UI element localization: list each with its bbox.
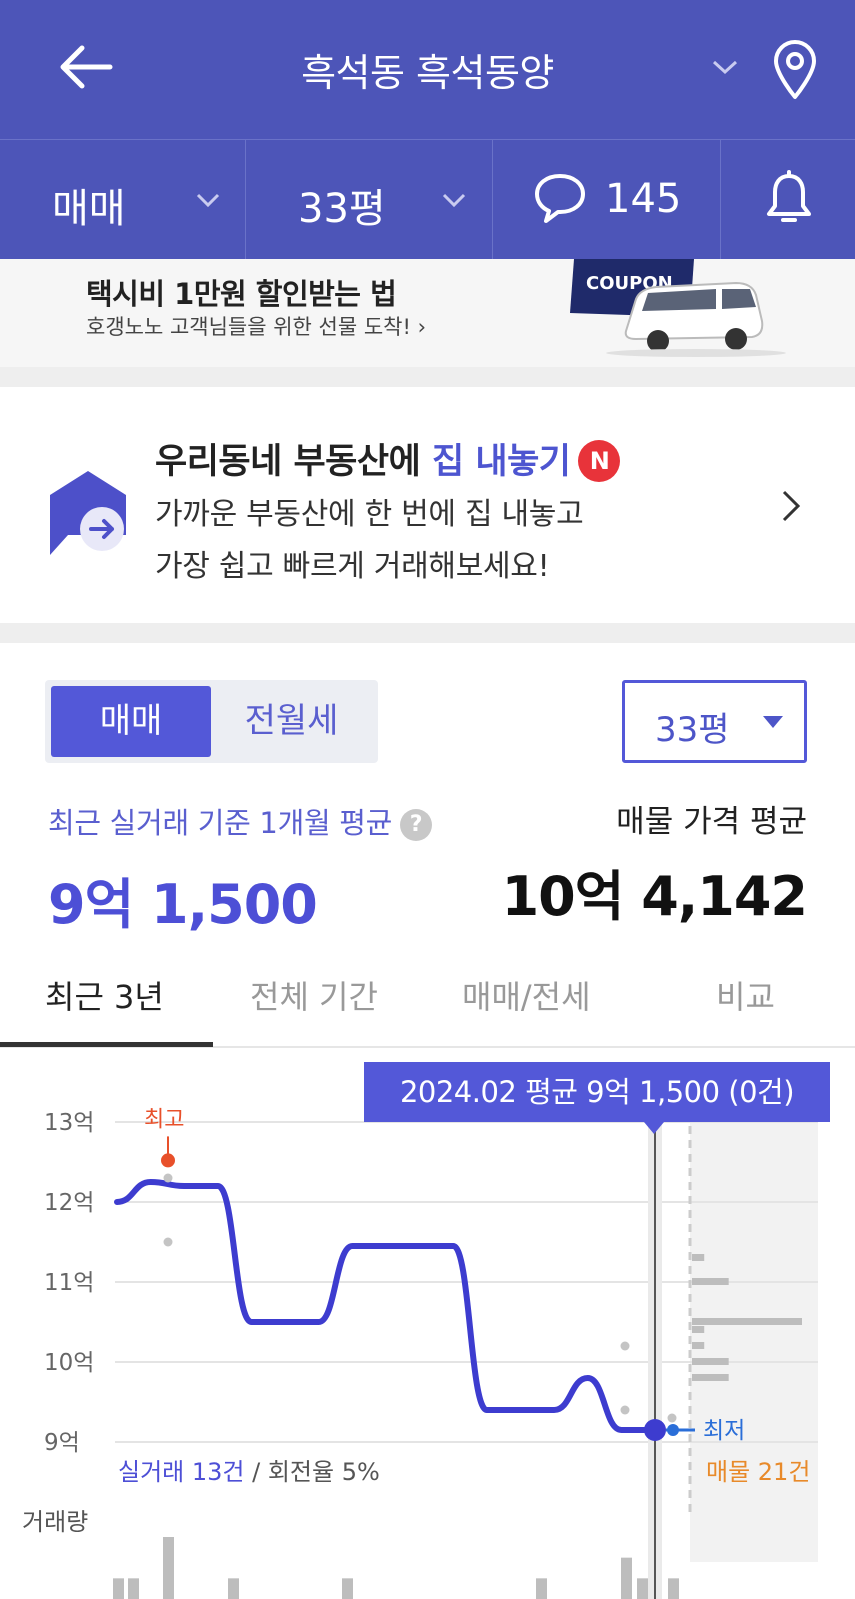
house-arrow-icon: [50, 471, 126, 555]
y-tick-label: 13억: [44, 1110, 94, 1136]
coupon-car-illustration: COUPON: [570, 259, 786, 357]
listing-region-bg: [690, 1112, 818, 1562]
trade-count-label: 실거래 13건 / 회전율 5%: [118, 1458, 380, 1486]
volume-bar: [342, 1578, 353, 1599]
period-tabs: 최근 3년 전체 기간 매매/전세 비교: [0, 950, 855, 1048]
active-tab-indicator: [0, 1042, 213, 1047]
y-tick-label: 10억: [44, 1350, 94, 1376]
help-icon[interactable]: ?: [400, 809, 433, 841]
listing-bar: [692, 1254, 705, 1261]
y-tick-label: 9억: [44, 1430, 80, 1456]
recent-average-text: 최근 실거래 기준 1개월 평균: [48, 806, 393, 840]
list-house-desc-line1: 가까운 부동산에 한 번에 집 내놓고: [155, 497, 584, 532]
tab-all-period[interactable]: 전체 기간: [250, 972, 378, 1018]
segment-sale[interactable]: 매매: [51, 686, 211, 757]
listing-bar: [692, 1342, 705, 1349]
volume-bar: [228, 1578, 239, 1599]
list-house-card[interactable]: 우리동네 부동산에 집 내놓기 N 가까운 부동산에 한 번에 집 내놓고 가장 …: [0, 387, 855, 623]
tab-compare[interactable]: 비교: [716, 972, 775, 1018]
y-tick-label: 12억: [44, 1190, 94, 1216]
listing-count-label: 매물 21건: [706, 1458, 810, 1486]
trade-point: [667, 1413, 677, 1423]
low-marker: [667, 1424, 679, 1436]
list-title-prefix: 우리동네 부동산에: [155, 442, 432, 482]
tab-recent-3y[interactable]: 최근 3년: [45, 972, 164, 1018]
listing-average-label: 매물 가격 평균: [616, 804, 807, 840]
high-label: 최고: [144, 1107, 184, 1132]
listing-bar: [692, 1374, 729, 1381]
recent-average-price: 9억 1,500: [48, 873, 318, 936]
promo-banner[interactable]: 택시비 1만원 할인받는 법 호갱노노 고객님들을 위한 선물 도착! › CO…: [0, 259, 855, 367]
volume-bar: [637, 1578, 648, 1599]
chevron-down-icon: [442, 193, 466, 208]
y-tick-label: 11억: [44, 1270, 94, 1296]
trade-type-segmented-control: 매매 전월세: [45, 680, 378, 763]
caret-down-icon: [763, 716, 783, 728]
price-chart[interactable]: 13억 12억 11억 10억 9억 최고최저실거래 13건 / 회전율 5% 매물 21건…: [0, 1050, 855, 1599]
list-house-desc-line2: 가장 쉽고 빠르게 거래해보세요!: [155, 549, 550, 584]
trade-point: [163, 1237, 173, 1247]
speech-bubble-icon: [535, 174, 585, 223]
map-pin-icon[interactable]: [772, 40, 818, 100]
volume-bar: [113, 1578, 124, 1599]
tab-sale-jeonse[interactable]: 매매/전세: [462, 972, 591, 1018]
volume-bar: [668, 1578, 679, 1599]
notification-button[interactable]: [721, 140, 855, 260]
listing-bar: [692, 1278, 729, 1285]
size-dropdown[interactable]: 33평: [246, 140, 493, 260]
listing-bar: [692, 1326, 705, 1333]
price-chart-svg: 13억 12억 11억 10억 9억 최고최저실거래 13건 / 회전율 5% 매물 21건…: [22, 1107, 818, 1599]
trade-point: [163, 1173, 173, 1183]
chevron-down-icon: [196, 193, 220, 208]
section-divider: [0, 367, 855, 387]
trade-point: [620, 1341, 630, 1351]
list-title-accent: 집 내놓기: [431, 442, 571, 482]
bell-icon: [767, 170, 811, 222]
section-divider: [0, 623, 855, 643]
chart-tooltip: 2024.02 평균 9억 1,500 (0건): [364, 1062, 830, 1122]
trade-point: [620, 1405, 630, 1415]
listing-bar: [692, 1318, 802, 1325]
volume-bar: [621, 1557, 632, 1599]
comment-count: 145: [605, 176, 682, 222]
listing-bar: [692, 1358, 729, 1365]
recent-average-label: 최근 실거래 기준 1개월 평균?: [48, 800, 433, 842]
low-label: 최저: [703, 1418, 745, 1444]
comments-button[interactable]: 145: [493, 140, 721, 260]
chevron-right-icon: [782, 490, 801, 522]
price-line-series: [114, 1179, 658, 1433]
app-header: 흑석동 흑석동양: [0, 0, 855, 139]
volume-label: 거래량: [22, 1508, 88, 1536]
segment-rent[interactable]: 전월세: [211, 686, 372, 757]
turnover-label: / 회전율 5%: [245, 1458, 380, 1486]
filter-bar: 매매 33평 145: [0, 139, 855, 260]
size-select[interactable]: 33평: [622, 680, 807, 763]
trade-type-label: 매매: [52, 186, 126, 232]
volume-bar: [536, 1578, 547, 1599]
current-point: [644, 1419, 666, 1441]
promo-title: 택시비 1만원 할인받는 법: [86, 277, 397, 311]
chart-tooltip-tail: [644, 1122, 664, 1134]
volume-bar: [128, 1578, 139, 1599]
listing-average-price: 10억 4,142: [501, 865, 808, 928]
chevron-down-icon[interactable]: [712, 58, 738, 76]
trade-type-dropdown[interactable]: 매매: [0, 140, 246, 260]
list-house-title: 우리동네 부동산에 집 내놓기 N: [155, 433, 621, 484]
size-label: 33평: [298, 186, 386, 232]
high-marker: [161, 1153, 175, 1168]
volume-bar: [163, 1537, 174, 1599]
size-select-value: 33평: [655, 710, 730, 750]
new-badge: N: [578, 440, 621, 482]
promo-subtitle: 호갱노노 고객님들을 위한 선물 도착! ›: [86, 315, 426, 339]
